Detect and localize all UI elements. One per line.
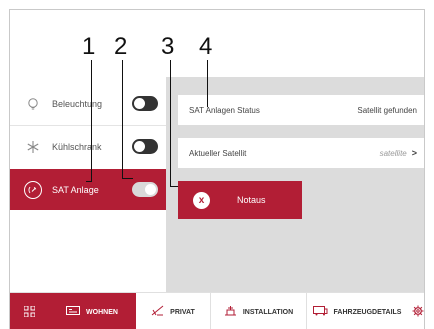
kuehlschrank-toggle[interactable] — [132, 139, 158, 154]
settings-button[interactable] — [410, 293, 424, 329]
gear-icon — [412, 305, 424, 319]
leader-line-2b — [122, 178, 133, 179]
privacy-icon — [151, 305, 164, 319]
sat-status-value: Satellit gefunden — [357, 105, 417, 115]
sat-anlage-toggle[interactable] — [132, 182, 158, 197]
callout-3: 3 — [161, 33, 175, 60]
sidebar-item-sat-anlage[interactable]: SAT Anlage — [10, 169, 166, 210]
notaus-label: Notaus — [237, 195, 266, 205]
tab-wohnen[interactable]: WOHNEN — [48, 293, 136, 329]
leader-line-4 — [207, 60, 208, 107]
leader-line-3 — [170, 60, 171, 186]
lightbulb-icon — [24, 95, 42, 113]
tab-label: FAHRZEUGDETAILS — [333, 308, 402, 316]
snowflake-icon — [24, 138, 42, 156]
sidebar: Beleuchtung Kühlschrank SAT Anlage — [10, 77, 166, 292]
grid-menu-button[interactable] — [10, 293, 48, 329]
tab-label: PRIVAT — [170, 308, 195, 316]
callout-4: 4 — [199, 33, 213, 60]
bottom-nav: WOHNEN PRIVAT INSTALLATION FAHRZEUGDETAI… — [10, 292, 424, 329]
tab-label: INSTALLATION — [242, 308, 294, 316]
grid-icon — [23, 305, 35, 319]
tab-privat[interactable]: PRIVAT — [136, 293, 210, 329]
chevron-right-icon: > — [411, 148, 417, 158]
main-panel: SAT Anlagen Status Satellit gefunden Akt… — [166, 77, 424, 292]
current-satellite-row[interactable]: Aktueller Satellit satellite > — [178, 138, 424, 168]
callout-2: 2 — [114, 33, 128, 60]
satellite-dish-icon — [24, 180, 42, 199]
sidebar-item-label: Kühlschrank — [52, 141, 102, 152]
sat-status-label: SAT Anlagen Status — [189, 105, 260, 115]
tab-label: WOHNEN — [86, 308, 118, 316]
leader-line-3b — [170, 186, 178, 187]
current-satellite-label: Aktueller Satellit — [189, 148, 247, 158]
callout-1: 1 — [82, 33, 96, 60]
vehicle-icon — [312, 305, 328, 319]
sidebar-item-kuehlschrank[interactable]: Kühlschrank — [10, 126, 166, 167]
installation-icon — [224, 305, 237, 319]
sidebar-item-label: Beleuchtung — [52, 98, 103, 109]
tab-fahrzeugdetails[interactable]: FAHRZEUGDETAILS — [307, 293, 407, 329]
close-icon: x — [193, 191, 210, 209]
leader-line-1 — [91, 60, 92, 182]
leader-line-2 — [122, 60, 123, 178]
sidebar-item-label: SAT Anlage — [52, 184, 99, 195]
leader-line-1b — [86, 181, 92, 182]
notaus-button[interactable]: x Notaus — [178, 181, 302, 219]
sat-status-row: SAT Anlagen Status Satellit gefunden — [178, 95, 424, 125]
living-icon — [66, 306, 81, 318]
sidebar-item-beleuchtung[interactable]: Beleuchtung — [10, 83, 166, 124]
app-window: 1 2 3 4 Beleuchtung Kühlschrank SAT Anla… — [9, 9, 425, 329]
current-satellite-value: satellite — [379, 148, 407, 158]
tab-installation[interactable]: INSTALLATION — [211, 293, 306, 329]
beleuchtung-toggle[interactable] — [132, 96, 158, 111]
